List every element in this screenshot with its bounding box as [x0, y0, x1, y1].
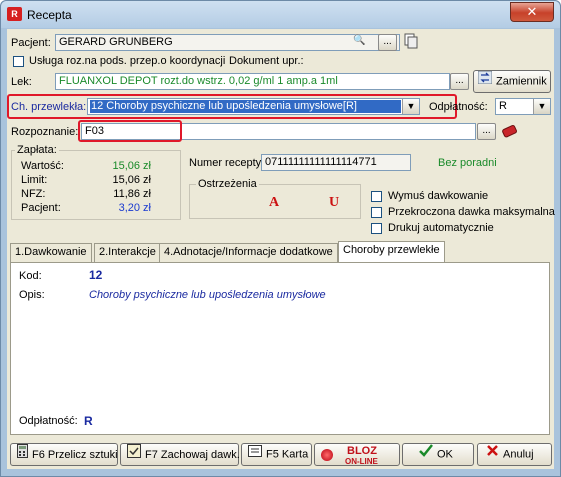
odplatnosc-combobox[interactable]: R ▼ — [495, 98, 551, 115]
kod-value: 12 — [89, 268, 103, 282]
tab-choroby-przewlekle[interactable]: Choroby przewlekłe — [338, 241, 445, 263]
numer-recepty-label: Numer recepty: — [189, 157, 265, 169]
tab-interakcje[interactable]: 2.Interakcje — [94, 243, 161, 262]
bloz-online-button[interactable]: BLOZ ON-LINE — [314, 443, 400, 466]
anuluj-button[interactable]: Anuluj — [477, 443, 552, 466]
kod-label: Kod: — [19, 270, 42, 282]
bloz-logo-icon — [321, 449, 333, 461]
app-icon: R — [7, 7, 22, 21]
recepta-window: R Recepta ✕ Pacjent: GERARD GRUNBERG 🔍 .… — [0, 0, 561, 477]
close-window-button[interactable]: ✕ — [510, 2, 554, 22]
zaplata-row-value: 15,06 zł — [112, 160, 151, 172]
tab-panel: Kod: 12 Opis: Choroby psychiczne lub upo… — [10, 262, 550, 435]
ok-label: OK — [437, 448, 453, 461]
eraser-icon[interactable] — [501, 122, 519, 139]
cancel-x-icon — [486, 444, 499, 465]
pacjent-copy-icon[interactable] — [404, 33, 418, 49]
ostrzezenia-title: Ostrzeżenia — [196, 178, 259, 190]
wymus-label: Wymuś dawkowanie — [388, 190, 489, 202]
wymus-checkbox[interactable] — [371, 191, 382, 202]
zamiennik-label: Zamiennik — [496, 75, 547, 88]
zaplata-row-value: 15,06 zł — [112, 174, 151, 186]
bez-poradni-text: Bez poradni — [438, 157, 497, 169]
panel-odplatnosc-label: Odpłatność: — [19, 415, 78, 427]
opis-value: Choroby psychiczne lub upośledzenia umys… — [89, 289, 326, 301]
zaplata-row-value: 11,86 zł — [113, 188, 151, 200]
opis-label: Opis: — [19, 289, 45, 301]
dialog-body: Pacjent: GERARD GRUNBERG 🔍 ... Usługa ro… — [7, 29, 555, 469]
pacjent-browse-button[interactable]: ... — [378, 34, 397, 51]
karta-button[interactable]: F5 Karta — [241, 443, 312, 466]
zaplata-row-label: Wartość: — [21, 160, 64, 172]
tab-adnotacje[interactable]: 4.Adnotacje/Informacje dodatkowe — [159, 243, 338, 262]
usluga-label: Usługa roz.na pods. przep.o koordynacji — [29, 55, 226, 67]
zamiennik-button[interactable]: Zamiennik — [473, 70, 551, 93]
bloz-sub-label: ON-LINE — [345, 457, 378, 466]
odplatnosc-label: Odpłatność: — [429, 101, 488, 113]
przelicz-label: F6 Przelicz sztuki — [32, 448, 118, 461]
zaplata-row-label: NFZ: — [21, 188, 46, 200]
lek-label: Lek: — [11, 76, 32, 88]
karta-label: F5 Karta — [266, 448, 309, 461]
ok-button[interactable]: OK — [402, 443, 474, 466]
highlight-choroba — [7, 94, 457, 119]
window-title: Recepta — [27, 8, 72, 22]
tab-dawkowanie[interactable]: 1.Dawkowanie — [10, 243, 92, 262]
title-bar[interactable]: R Recepta ✕ — [1, 1, 560, 28]
panel-odplatnosc-value: R — [84, 414, 93, 428]
warning-a[interactable]: A — [269, 195, 279, 211]
chevron-down-icon[interactable]: ▼ — [533, 99, 550, 114]
drukuj-checkbox[interactable] — [371, 223, 382, 234]
zaplata-row-label: Limit: — [21, 174, 48, 186]
rozpoznanie-browse-button[interactable]: ... — [477, 123, 496, 140]
card-icon — [248, 444, 262, 465]
pacjent-field[interactable]: GERARD GRUNBERG — [55, 34, 400, 51]
drukuj-label: Drukuj automatycznie — [388, 222, 494, 234]
przekroczona-checkbox[interactable] — [371, 207, 382, 218]
lek-browse-button[interactable]: ... — [450, 73, 469, 90]
zaplata-title: Zapłata: — [15, 144, 59, 156]
save-dosage-icon — [127, 444, 141, 466]
zaplata-row-value: 3,20 zł — [118, 202, 151, 214]
numer-recepty-field[interactable]: 07111111111111114771 — [261, 154, 411, 171]
zachowaj-button[interactable]: F7 Zachowaj dawk. — [120, 443, 240, 466]
warning-u[interactable]: U — [329, 195, 339, 211]
anuluj-label: Anuluj — [503, 448, 534, 461]
odplatnosc-value: R — [499, 100, 507, 112]
checkmark-icon — [419, 444, 433, 465]
swap-icon — [477, 70, 493, 92]
lek-field[interactable]: FLUANXOL DEPOT rozt.do wstrz. 0,02 g/ml … — [55, 73, 450, 90]
zaplata-row-label: Pacjent: — [21, 202, 61, 214]
pacjent-lookup-icon[interactable]: 🔍 — [353, 35, 373, 50]
dokument-label: Dokument upr.: — [229, 55, 304, 67]
rozpoznanie-label: Rozpoznanie: — [11, 126, 79, 138]
pacjent-label: Pacjent: — [11, 37, 51, 49]
usluga-checkbox[interactable] — [13, 56, 24, 67]
calculator-icon — [17, 444, 28, 466]
przelicz-button[interactable]: F6 Przelicz sztuki — [10, 443, 118, 466]
highlight-rozpoznanie — [78, 120, 182, 142]
przekroczona-label: Przekroczona dawka maksymalna — [388, 206, 555, 218]
zachowaj-label: F7 Zachowaj dawk. — [145, 448, 240, 461]
